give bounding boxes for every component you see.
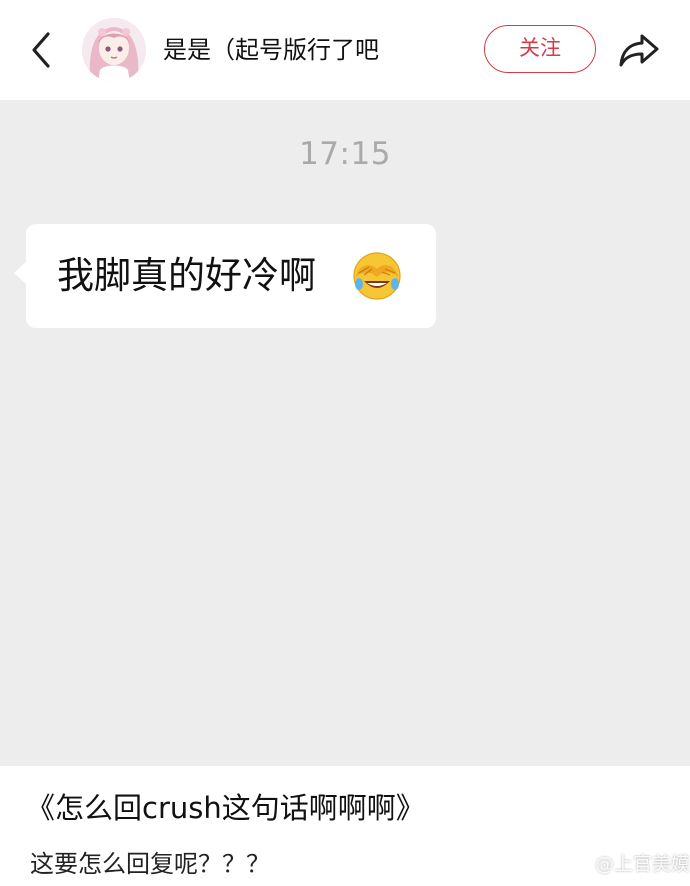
laughing-crying-emoji-icon (352, 251, 402, 301)
message-bubble[interactable]: 我脚真的好冷啊 (14, 224, 436, 328)
avatar[interactable] (82, 18, 146, 82)
back-button[interactable] (26, 28, 60, 72)
chat-username[interactable]: 是是（起号版行了吧 (163, 30, 379, 70)
share-arrow-icon (619, 34, 659, 67)
caption-subtitle: 这要怎么回复呢？？？ (30, 850, 270, 878)
watermark: @上官美嫫 (568, 850, 690, 878)
share-button[interactable] (616, 28, 662, 72)
message-text: 我脚真的好冷啊 (57, 254, 316, 297)
caption-title: 《怎么回crush这句话啊啊啊》 (26, 791, 425, 825)
follow-button[interactable]: 关注 (484, 25, 596, 73)
chevron-left-icon (32, 32, 50, 68)
watermark-text: @上官美嫫 (595, 853, 690, 875)
message-timestamp: 17:15 (299, 136, 391, 172)
avatar-image (82, 18, 146, 82)
chat-area[interactable]: 17:15 我脚真的好冷啊 (0, 100, 690, 766)
weibo-logo-icon (568, 856, 591, 874)
chat-header: 是是（起号版行了吧 关注 (0, 0, 690, 100)
